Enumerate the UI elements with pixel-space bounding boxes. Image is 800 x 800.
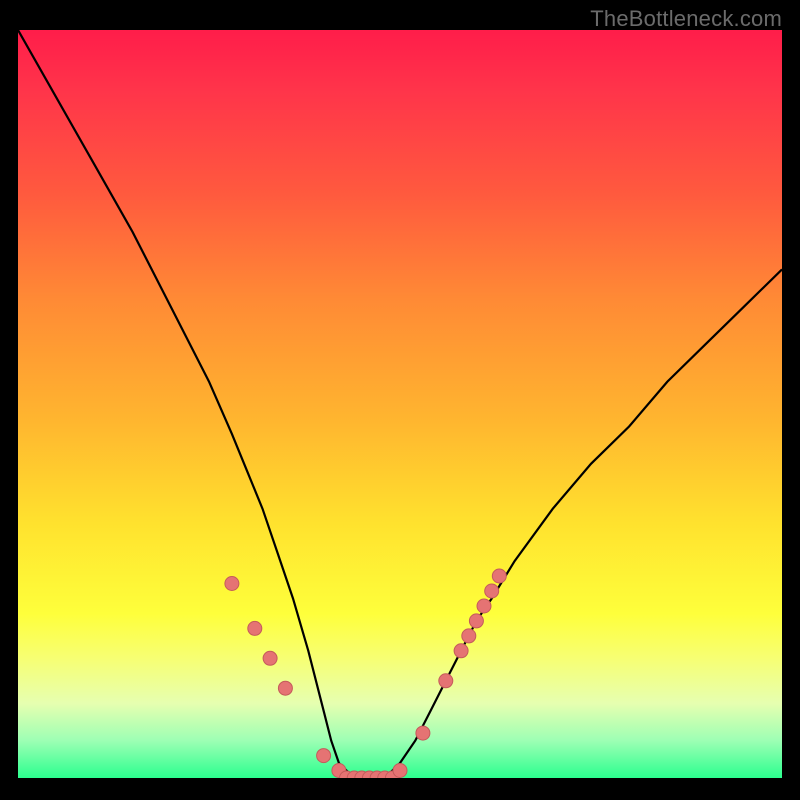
data-marker — [416, 726, 430, 740]
attribution-text: TheBottleneck.com — [590, 6, 782, 32]
chart-frame: TheBottleneck.com — [0, 0, 800, 800]
data-marker — [248, 621, 262, 635]
data-marker — [462, 629, 476, 643]
data-marker — [393, 764, 407, 778]
data-marker — [278, 681, 292, 695]
data-marker — [454, 644, 468, 658]
data-marker — [317, 749, 331, 763]
value-line — [18, 30, 782, 778]
plot-area — [18, 30, 782, 778]
data-marker — [485, 584, 499, 598]
bottleneck-curve — [18, 30, 782, 778]
data-markers — [225, 569, 506, 778]
data-marker — [477, 599, 491, 613]
data-marker — [469, 614, 483, 628]
data-marker — [225, 577, 239, 591]
data-marker — [439, 674, 453, 688]
data-marker — [263, 651, 277, 665]
data-marker — [492, 569, 506, 583]
